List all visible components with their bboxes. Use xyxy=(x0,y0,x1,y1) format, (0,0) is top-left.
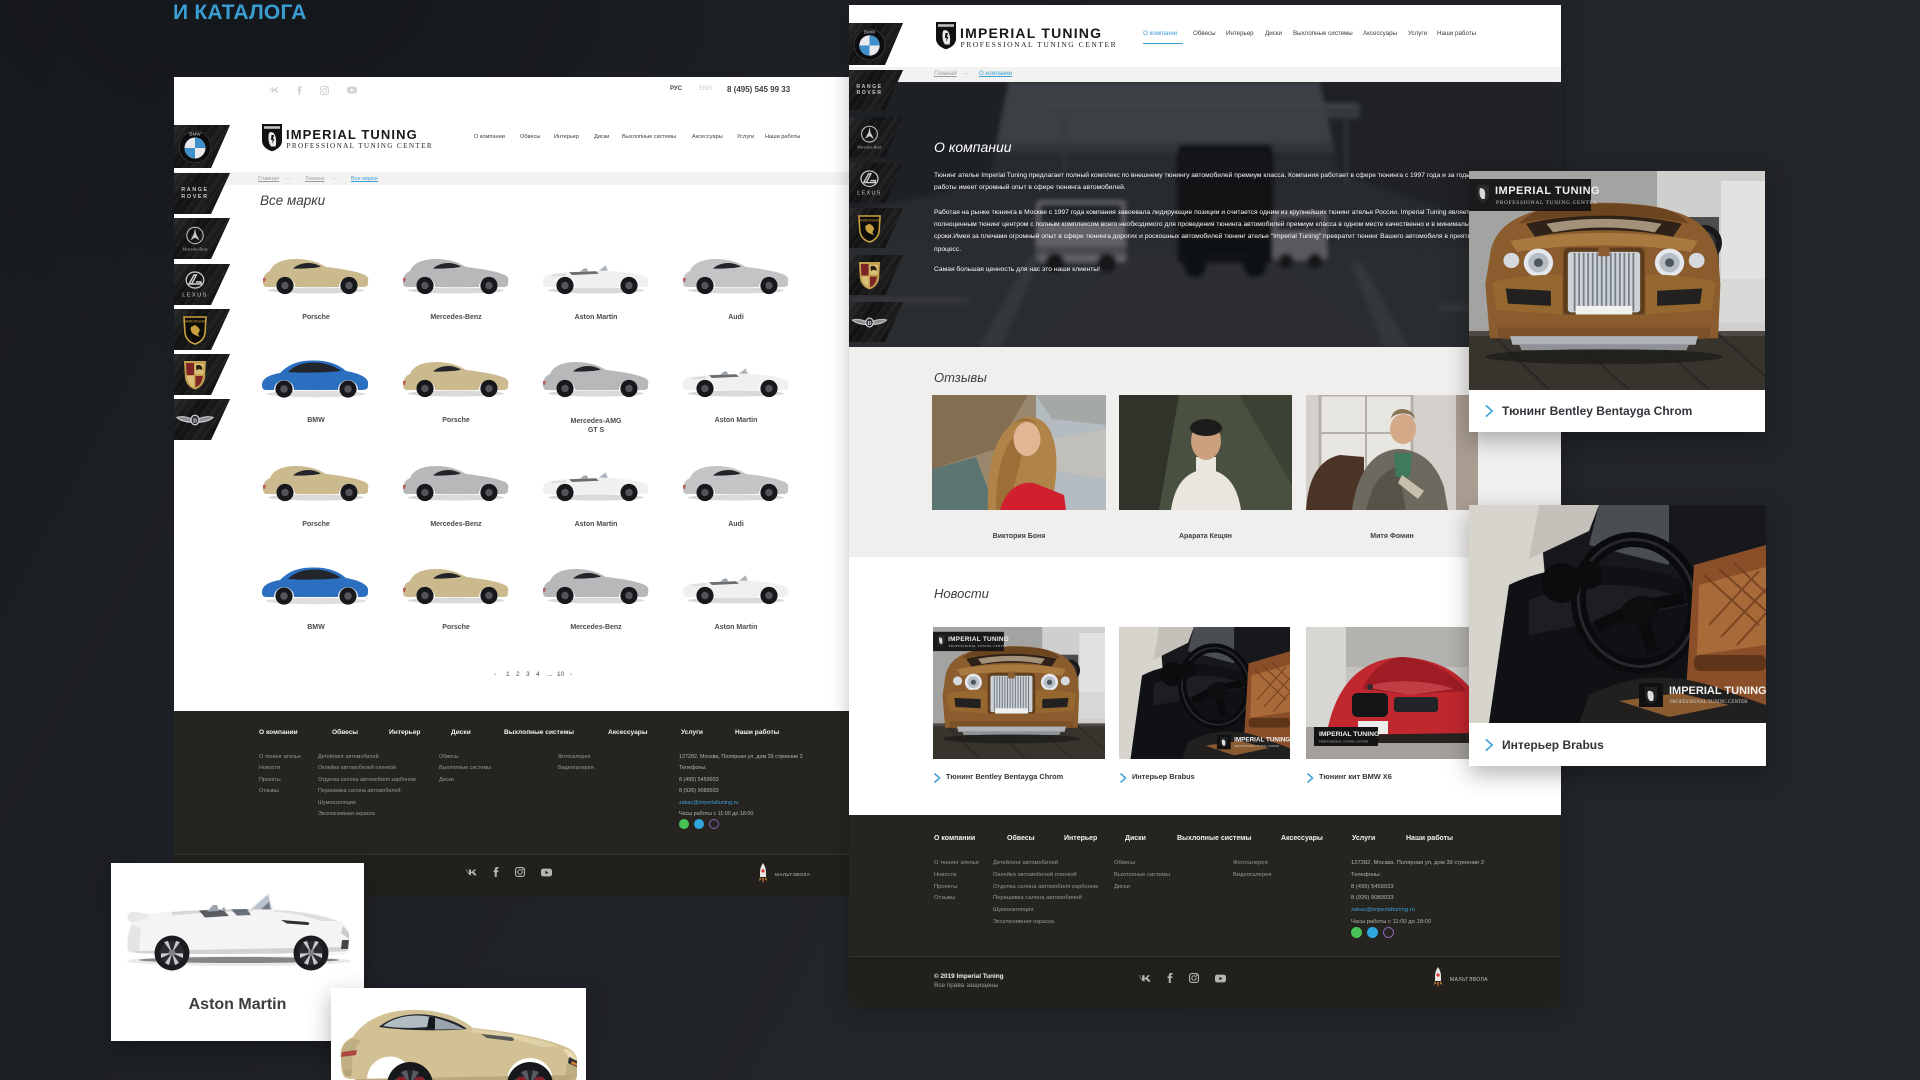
svg-text:LEXUS: LEXUS xyxy=(857,190,882,196)
svg-text:Mercedes-Benz: Mercedes-Benz xyxy=(857,145,882,149)
svg-text:PROFESSIONAL TUNING CENTER: PROFESSIONAL TUNING CENTER xyxy=(1319,740,1369,744)
svg-text:BMW: BMW xyxy=(864,29,876,34)
svg-text:Mercedes-Benz: Mercedes-Benz xyxy=(182,246,207,251)
svg-text:LAMBORGHINI: LAMBORGHINI xyxy=(183,319,207,323)
svg-text:IMPERIAL TUNING: IMPERIAL TUNING xyxy=(1319,731,1379,738)
svg-text:LEXUS: LEXUS xyxy=(182,292,208,298)
svg-text:B: B xyxy=(867,320,871,326)
svg-text:BMW: BMW xyxy=(189,131,201,136)
svg-text:LAMBORGHINI: LAMBORGHINI xyxy=(858,218,881,222)
svg-text:B: B xyxy=(193,417,198,424)
